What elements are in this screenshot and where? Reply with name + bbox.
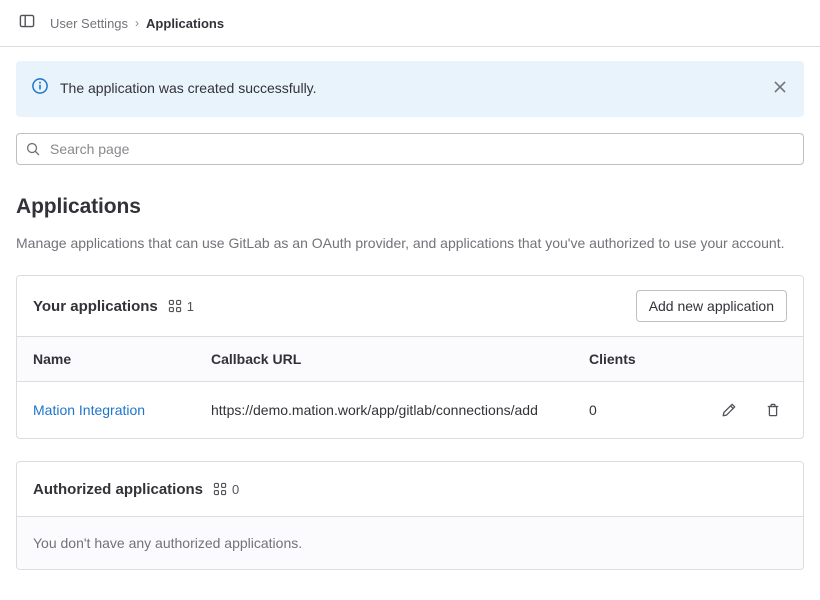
- your-applications-count-badge: 1: [168, 299, 194, 314]
- cell-row-actions: [683, 382, 803, 439]
- breadcrumb-item-user-settings[interactable]: User Settings: [50, 16, 128, 31]
- applications-grid-icon: [168, 299, 182, 313]
- page-content: The application was created successfully…: [0, 61, 820, 570]
- pencil-icon[interactable]: [715, 396, 743, 424]
- authorized-applications-count-badge: 0: [213, 482, 239, 497]
- authorized-applications-empty-message: You don't have any authorized applicatio…: [17, 516, 803, 569]
- authorized-applications-card: Authorized applications 0 You don't have…: [16, 461, 804, 570]
- page-title: Applications: [16, 195, 141, 218]
- your-applications-count: 1: [186, 298, 194, 314]
- search-input[interactable]: [16, 133, 804, 165]
- your-applications-card: Your applications 1 Add new application: [16, 275, 804, 439]
- sidebar-toggle-button[interactable]: [16, 12, 38, 34]
- info-circle-icon: [32, 77, 48, 94]
- search-page-container: [16, 133, 804, 165]
- applications-table-head: Name Callback URL Clients: [17, 336, 803, 382]
- breadcrumb-separator: ›: [135, 16, 140, 30]
- cell-clients-count: 0: [589, 402, 597, 418]
- authorized-applications-title: Authorized applications: [33, 480, 204, 498]
- table-row: Mation Integration https://demo.mation.w…: [17, 382, 803, 439]
- close-icon[interactable]: [772, 79, 788, 95]
- column-header-actions: [683, 336, 803, 382]
- authorized-applications-count: 0: [232, 481, 240, 497]
- your-applications-title-group: Your applications 1: [33, 298, 194, 315]
- applications-grid-icon: [213, 482, 227, 496]
- column-header-name: Name: [17, 336, 195, 382]
- trash-icon[interactable]: [759, 396, 787, 424]
- your-applications-header: Your applications 1 Add new application: [17, 276, 803, 336]
- table-header-row: Name Callback URL Clients: [17, 336, 803, 382]
- breadcrumb: User Settings › Applications: [50, 16, 224, 31]
- page-description: Manage applications that can use GitLab …: [16, 235, 785, 251]
- applications-table-body: Mation Integration https://demo.mation.w…: [17, 382, 803, 439]
- top-breadcrumb-bar: User Settings › Applications: [0, 0, 820, 47]
- add-new-application-button[interactable]: Add new application: [635, 290, 787, 322]
- sidebar-panel-icon: [19, 13, 35, 34]
- cell-application-name: Mation Integration: [17, 382, 195, 439]
- application-name-link[interactable]: Mation Integration: [33, 402, 145, 418]
- cell-callback-url: https://demo.mation.work/app/gitlab/conn…: [211, 402, 538, 418]
- applications-table: Name Callback URL Clients Mation Integra…: [17, 336, 803, 438]
- breadcrumb-item-applications: Applications: [146, 15, 225, 31]
- authorized-applications-title-group: Authorized applications 0: [33, 481, 239, 498]
- column-header-callback-url: Callback URL: [195, 336, 573, 382]
- success-alert: The application was created successfully…: [16, 61, 804, 117]
- your-applications-title: Your applications: [33, 297, 158, 315]
- authorized-applications-header: Authorized applications 0: [17, 462, 803, 516]
- alert-message: The application was created successfully…: [60, 80, 317, 96]
- column-header-clients: Clients: [573, 336, 683, 382]
